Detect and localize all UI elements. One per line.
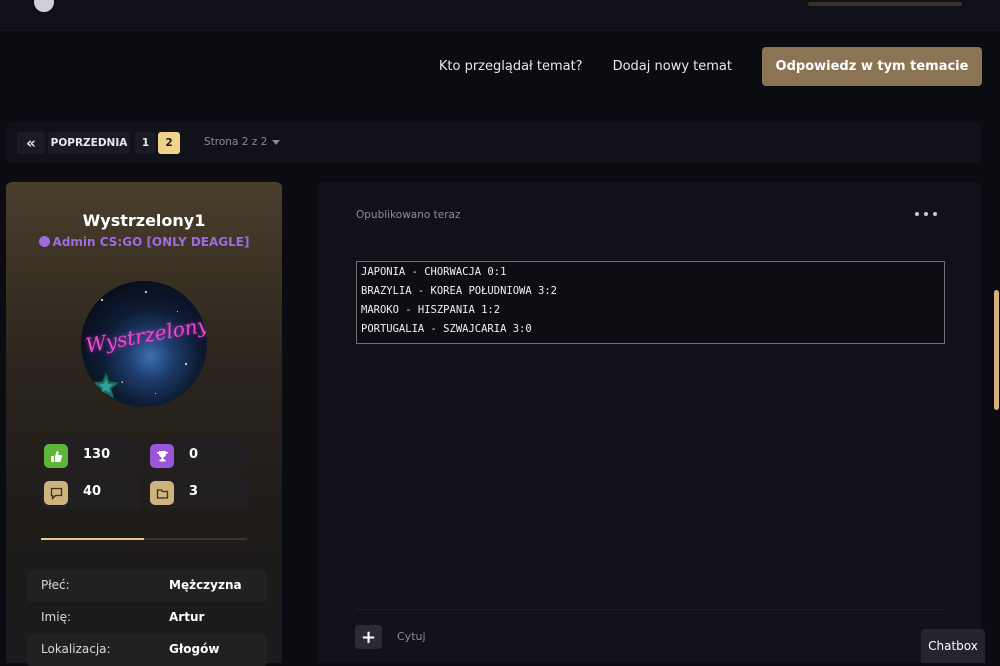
top-navigation-bar bbox=[0, 0, 1000, 31]
stat-value: 40 bbox=[83, 484, 102, 499]
dot bbox=[933, 212, 937, 216]
star-dot bbox=[185, 363, 187, 365]
stat-achievements: 0 bbox=[147, 440, 247, 472]
stat-reputation: 130 bbox=[41, 440, 141, 472]
thumbs-up-icon bbox=[44, 444, 68, 468]
star-dot bbox=[101, 299, 103, 301]
user-avatar[interactable] bbox=[34, 0, 54, 12]
dot bbox=[915, 212, 919, 216]
info-row-gender: Płeć: Mężczyzna bbox=[27, 570, 267, 602]
header-button[interactable] bbox=[808, 2, 962, 6]
avatar-signature: Wystrzelony bbox=[83, 312, 207, 358]
code-line: JAPONIA - CHORWACJA 0:1 bbox=[361, 266, 507, 278]
plus-icon: + bbox=[360, 626, 377, 648]
page-2-button-current[interactable]: 2 bbox=[158, 132, 180, 154]
quote-button[interactable]: Cytuj bbox=[397, 630, 426, 643]
first-page-button[interactable]: « bbox=[17, 132, 45, 154]
trophy-icon bbox=[150, 444, 174, 468]
post-content-panel: Opublikowano teraz JAPONIA - CHORWACJA 0… bbox=[319, 182, 981, 663]
info-row-name: Imię: Artur bbox=[27, 602, 267, 634]
folder-icon bbox=[150, 481, 174, 505]
chatbox-button[interactable]: Chatbox bbox=[921, 629, 985, 663]
stat-posts: 40 bbox=[41, 477, 141, 509]
page-1-button[interactable]: 1 bbox=[135, 132, 156, 154]
stat-value: 130 bbox=[83, 447, 111, 462]
rank-star-icon bbox=[89, 369, 123, 402]
code-block: JAPONIA - CHORWACJA 0:1 BRAZYLIA - KOREA… bbox=[356, 261, 945, 344]
author-group: Admin CS:GO [ONLY DEAGLE] bbox=[6, 235, 282, 249]
author-panel: Wystrzelony1 Admin CS:GO [ONLY DEAGLE] W… bbox=[6, 182, 282, 666]
comment-icon bbox=[44, 481, 68, 505]
code-line: MAROKO - HISZPANIA 1:2 bbox=[361, 304, 501, 316]
code-line: BRAZYLIA - KOREA POŁUDNIOWA 3:2 bbox=[361, 285, 557, 297]
topic-actions: Kto przeglądał temat? Dodaj nowy temat O… bbox=[439, 47, 982, 86]
pagination-bar: « POPRZEDNIA 1 2 Strona 2 z 2 bbox=[7, 122, 981, 163]
who-viewed-link[interactable]: Kto przeglądał temat? bbox=[439, 59, 583, 74]
stat-value: 0 bbox=[189, 447, 199, 462]
star-dot bbox=[155, 393, 156, 394]
info-label: Płeć: bbox=[41, 578, 70, 592]
rank-progress-fill bbox=[41, 538, 144, 540]
star-dot bbox=[177, 311, 178, 312]
reply-button[interactable]: Odpowiedz w tym temacie bbox=[762, 47, 982, 86]
info-value: Głogów bbox=[169, 642, 220, 656]
page-info-label: Strona 2 z 2 bbox=[204, 136, 268, 148]
stat-value: 3 bbox=[189, 484, 199, 499]
info-label: Imię: bbox=[41, 610, 71, 624]
author-name[interactable]: Wystrzelony1 bbox=[6, 211, 282, 230]
add-to-multiquote-button[interactable]: + bbox=[355, 625, 382, 649]
info-value: Artur bbox=[169, 610, 205, 624]
code-line: PORTUGALIA - SZWAJCARIA 3:0 bbox=[361, 323, 532, 335]
star-dot bbox=[145, 291, 147, 293]
post-date[interactable]: Opublikowano teraz bbox=[356, 209, 461, 221]
divider bbox=[356, 609, 943, 610]
previous-page-button[interactable]: POPRZEDNIA bbox=[48, 132, 130, 154]
scrollbar-thumb[interactable] bbox=[994, 290, 999, 410]
new-topic-link[interactable]: Dodaj nowy temat bbox=[613, 59, 732, 74]
caret-down-icon bbox=[272, 139, 281, 145]
rank-progress-bar bbox=[41, 538, 247, 540]
author-avatar[interactable]: Wystrzelony bbox=[81, 281, 207, 407]
dot bbox=[924, 212, 928, 216]
info-value: Mężczyzna bbox=[169, 578, 242, 592]
double-chevron-left-icon: « bbox=[26, 134, 36, 152]
stat-topics: 3 bbox=[147, 477, 247, 509]
group-badge-icon bbox=[38, 236, 50, 247]
info-row-location: Lokalizacja: Głogów bbox=[27, 634, 267, 666]
page-jump-dropdown[interactable]: Strona 2 z 2 bbox=[204, 136, 281, 148]
info-label: Lokalizacja: bbox=[41, 642, 111, 656]
author-group-label: Admin CS:GO [ONLY DEAGLE] bbox=[52, 235, 250, 249]
post-options-menu-icon[interactable] bbox=[915, 205, 937, 223]
